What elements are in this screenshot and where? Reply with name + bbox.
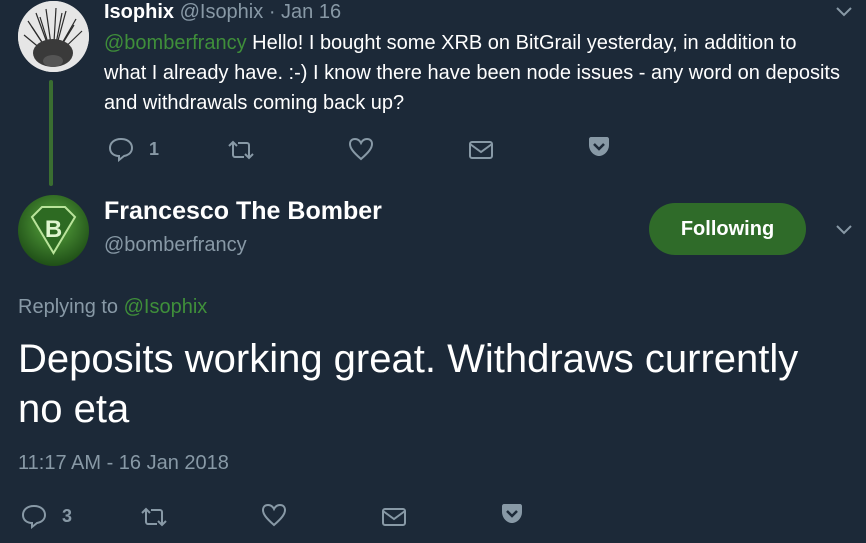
svg-text:B: B — [45, 216, 62, 243]
main-reply-count: 3 — [62, 506, 73, 526]
replying-to-line: Replying to @Isophix — [18, 296, 207, 319]
retweet-icon[interactable] — [140, 505, 168, 529]
envelope-icon[interactable] — [381, 507, 407, 527]
tweet-timestamp[interactable]: 11:17 AM - 16 Jan 2018 — [18, 452, 229, 475]
bomber-avatar[interactable]: B — [18, 195, 89, 266]
pocket-icon[interactable] — [500, 503, 524, 525]
parent-tweet-date[interactable]: Jan 16 — [281, 1, 341, 23]
pocket-icon[interactable] — [587, 136, 611, 158]
following-button[interactable]: Following — [649, 203, 806, 255]
parent-tweet-text: @bomberfrancy Hello! I bought some XRB o… — [104, 28, 844, 118]
parent-author-name[interactable]: Isophix — [104, 1, 174, 23]
chevron-down-icon[interactable] — [834, 2, 854, 22]
retweet-icon[interactable] — [227, 138, 255, 162]
bitcoin-diamond-logo: B — [18, 195, 89, 266]
replying-to-link[interactable]: @Isophix — [124, 296, 208, 318]
reply-icon[interactable] — [108, 136, 134, 162]
isophix-avatar[interactable] — [18, 1, 89, 72]
parent-author-handle[interactable]: @Isophix — [180, 1, 264, 23]
main-tweet-text: Deposits working great. Withdraws curren… — [18, 337, 799, 431]
heart-icon[interactable] — [348, 137, 374, 161]
header-separator: · — [268, 1, 276, 23]
replying-to-prefix: Replying to — [18, 296, 124, 318]
chevron-down-icon[interactable] — [834, 220, 854, 240]
reply-icon[interactable] — [21, 503, 47, 529]
thread-connector-line — [49, 80, 53, 186]
main-author-handle[interactable]: @bomberfrancy — [104, 234, 247, 257]
parent-tweet-header: Isophix @Isophix · Jan 16 — [104, 0, 341, 24]
main-author-name[interactable]: Francesco The Bomber — [104, 197, 382, 226]
porcupine-image — [18, 1, 89, 72]
mention-link[interactable]: @bomberfrancy — [104, 32, 247, 54]
heart-icon[interactable] — [261, 503, 287, 527]
parent-reply-count: 1 — [149, 139, 160, 159]
envelope-icon[interactable] — [468, 140, 494, 160]
